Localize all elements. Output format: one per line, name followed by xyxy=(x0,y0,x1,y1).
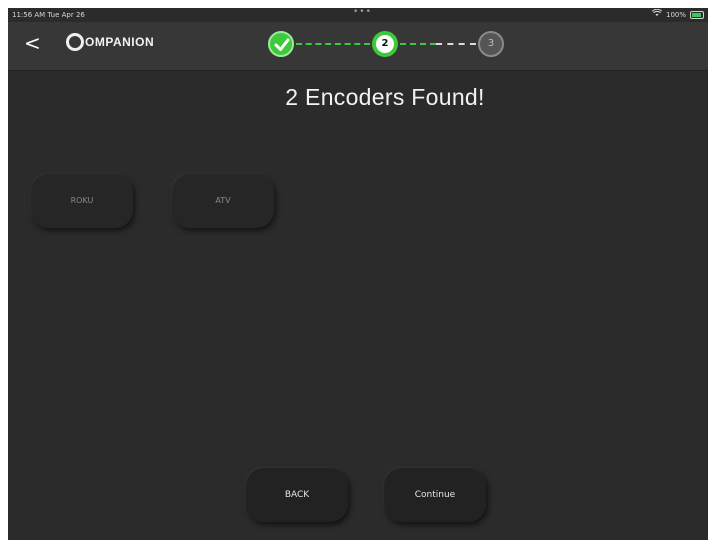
app-screen: 11:56 AM Tue Apr 26 ••• 100% < OMPANION … xyxy=(8,8,708,540)
back-chevron-icon[interactable]: < xyxy=(24,30,42,56)
logo-ring-icon xyxy=(66,33,84,51)
step-2-current: 2 xyxy=(372,31,398,57)
step-connector-1 xyxy=(296,43,370,45)
encoder-atv-button[interactable]: ATV xyxy=(172,174,274,228)
companion-logo: OMPANION xyxy=(66,33,154,51)
back-button[interactable]: BACK xyxy=(246,468,348,522)
step-3-label: 3 xyxy=(487,38,495,49)
encoder-roku-button[interactable]: ROKU xyxy=(31,174,133,228)
continue-button[interactable]: Continue xyxy=(384,468,486,522)
multitasking-dots[interactable]: ••• xyxy=(353,8,372,19)
status-time-date: 11:56 AM Tue Apr 26 xyxy=(12,11,85,19)
checkmark-icon xyxy=(274,38,290,51)
top-header: < OMPANION 2 3 xyxy=(8,22,708,71)
step-3-pending: 3 xyxy=(478,31,504,57)
battery-percent: 100% xyxy=(665,11,686,19)
progress-stepper: 2 3 xyxy=(268,31,513,61)
step-connector-2-done xyxy=(400,43,436,45)
status-right: 100% xyxy=(651,8,704,22)
status-bar: 11:56 AM Tue Apr 26 ••• 100% xyxy=(8,8,708,22)
wifi-icon xyxy=(651,8,663,22)
logo-text: OMPANION xyxy=(85,35,155,49)
battery-icon xyxy=(690,11,704,19)
step-2-label: 2 xyxy=(376,35,394,53)
page-title: 2 Encoders Found! xyxy=(285,84,485,110)
step-1-complete xyxy=(268,31,294,57)
step-connector-2-pending xyxy=(436,43,476,45)
